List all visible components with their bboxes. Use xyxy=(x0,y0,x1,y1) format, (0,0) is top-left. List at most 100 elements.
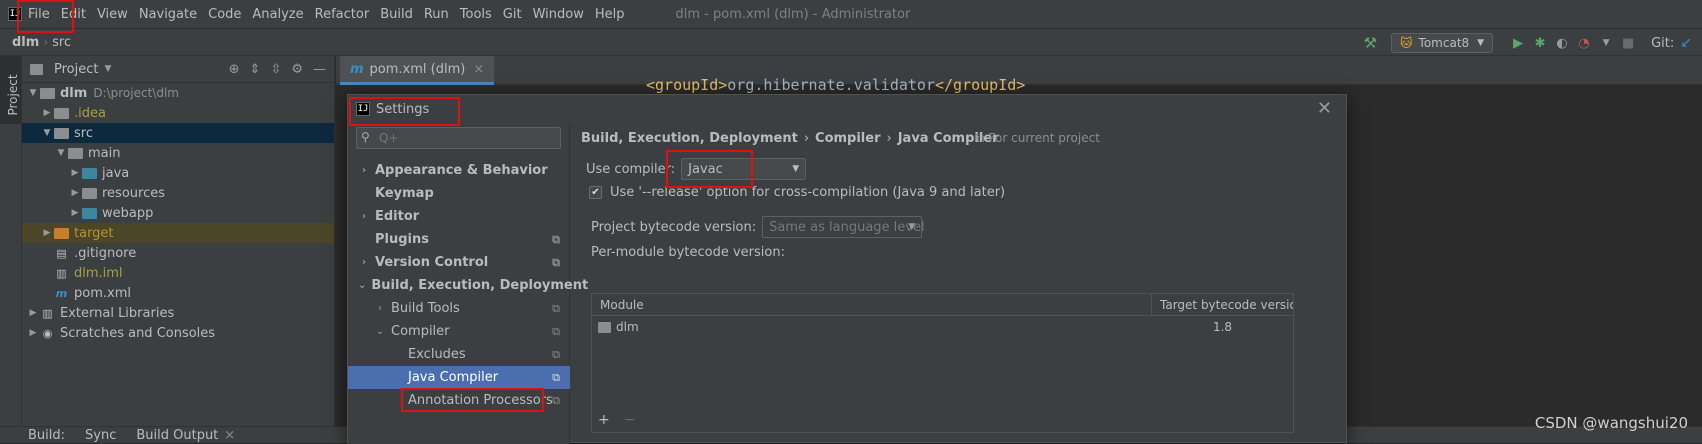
tree-row-pom[interactable]: m pom.xml xyxy=(22,283,334,303)
menu-file[interactable]: File xyxy=(28,7,50,22)
breadcrumb-item[interactable]: Compiler xyxy=(815,131,880,146)
project-tool-tab[interactable]: Project xyxy=(0,56,21,124)
collapse-all-icon[interactable]: ⇳ xyxy=(270,62,281,77)
run-icon[interactable]: ▶ xyxy=(1507,36,1529,51)
project-view-icon xyxy=(30,63,43,75)
expand-all-icon[interactable]: ⇕ xyxy=(250,62,261,77)
nav-appearance[interactable]: › Appearance & Behavior xyxy=(348,159,570,182)
nav-java-compiler[interactable]: Java Compiler ⧉ xyxy=(348,366,570,389)
project-scope-icon: ⧉ xyxy=(552,232,560,246)
menu-analyze[interactable]: Analyze xyxy=(252,7,303,22)
tree-row-resources[interactable]: ▶ resources xyxy=(22,183,334,203)
git-update-icon[interactable]: ↙ xyxy=(1680,35,1692,51)
tree-row-iml[interactable]: ▥ dlm.iml xyxy=(22,263,334,283)
chevron-down-icon[interactable]: ▼ xyxy=(26,88,40,98)
close-icon[interactable]: × xyxy=(224,428,235,443)
nav-build-execution-deployment[interactable]: ⌄ Build, Execution, Deployment xyxy=(348,274,588,297)
nav-label: Appearance & Behavior xyxy=(375,163,548,178)
profile-icon[interactable]: ◔ xyxy=(1573,36,1595,51)
build-tool-label[interactable]: Build: xyxy=(28,428,65,443)
tab-pom-xml[interactable]: m pom.xml (dlm) × xyxy=(340,56,495,85)
tree-row-target[interactable]: ▶ target xyxy=(22,223,334,243)
menu-edit[interactable]: Edit xyxy=(61,7,86,22)
locate-icon[interactable]: ⊕ xyxy=(229,62,240,77)
menu-window[interactable]: Window xyxy=(533,7,584,22)
more-run-options-icon[interactable]: ▼ xyxy=(1595,38,1617,48)
project-scope-icon: ⧉ xyxy=(552,370,560,384)
tree-row-scratches[interactable]: ▶ ◉ Scratches and Consoles xyxy=(22,323,334,343)
debug-icon[interactable]: ✱ xyxy=(1529,36,1551,51)
coverage-icon[interactable]: ◐ xyxy=(1551,36,1573,51)
menu-git[interactable]: Git xyxy=(503,7,522,22)
nav-compiler[interactable]: ⌄ Compiler ⧉ xyxy=(348,320,570,343)
add-icon[interactable]: + xyxy=(598,412,610,428)
chevron-down-icon[interactable]: ▼ xyxy=(40,128,54,138)
menu-tools[interactable]: Tools xyxy=(460,7,492,22)
table-row[interactable]: dlm 1.8 xyxy=(592,316,1293,338)
menu-help[interactable]: Help xyxy=(595,7,625,22)
chevron-right-icon[interactable]: ▶ xyxy=(68,188,82,198)
nav-version-control[interactable]: › Version Control ⧉ xyxy=(348,251,570,274)
remove-icon[interactable]: − xyxy=(624,412,636,428)
use-compiler-select[interactable]: Javac ▼ xyxy=(681,158,807,180)
gear-icon[interactable]: ⚙ xyxy=(291,62,303,77)
menu-run[interactable]: Run xyxy=(424,7,449,22)
breadcrumb-item[interactable]: Build, Execution, Deployment xyxy=(581,131,798,146)
bytecode-version-select[interactable]: Same as language level ▼ xyxy=(762,216,925,238)
menu-code[interactable]: Code xyxy=(208,7,241,22)
breadcrumb-project[interactable]: dlm xyxy=(12,35,39,50)
release-option-checkbox[interactable]: ✔ xyxy=(589,186,602,199)
project-panel-title[interactable]: Project xyxy=(54,62,98,77)
hide-icon[interactable]: — xyxy=(313,62,326,77)
settings-search-input[interactable] xyxy=(379,130,554,146)
chevron-down-icon[interactable]: ▼ xyxy=(104,64,111,74)
close-icon[interactable]: ✕ xyxy=(1317,98,1332,119)
library-icon: ▥ xyxy=(42,306,53,320)
chevron-right-icon: › xyxy=(886,131,892,146)
tree-root-path: D:\project\dlm xyxy=(93,86,179,100)
window-title: dlm - pom.xml (dlm) - Administrator xyxy=(675,6,911,22)
nav-keymap[interactable]: Keymap xyxy=(348,182,570,205)
tree-row-root[interactable]: ▼ dlm D:\project\dlm xyxy=(22,83,334,103)
target-version-cell[interactable]: 1.8 xyxy=(1152,316,1293,338)
tree-row-java[interactable]: ▶ java xyxy=(22,163,334,183)
chevron-right-icon[interactable]: ▶ xyxy=(26,328,40,338)
tree-row-src[interactable]: ▼ src xyxy=(22,123,334,143)
settings-search[interactable]: ⚲ xyxy=(356,127,561,149)
close-icon[interactable]: × xyxy=(473,62,484,77)
tree-row-external-libraries[interactable]: ▶ ▥ External Libraries xyxy=(22,303,334,323)
chevron-right-icon[interactable]: ▶ xyxy=(40,228,54,238)
menu-refactor[interactable]: Refactor xyxy=(315,7,370,22)
menu-navigate[interactable]: Navigate xyxy=(139,7,197,22)
nav-excludes[interactable]: Excludes ⧉ xyxy=(348,343,570,366)
nav-annotation-processors[interactable]: Annotation Processors ⧉ xyxy=(348,389,570,412)
tree-row-webapp[interactable]: ▶ webapp xyxy=(22,203,334,223)
chevron-right-icon[interactable]: ▶ xyxy=(68,168,82,178)
nav-plugins[interactable]: Plugins ⧉ xyxy=(348,228,570,251)
tree-row-gitignore[interactable]: ▤ .gitignore xyxy=(22,243,334,263)
run-config-selector[interactable]: 🐱 Tomcat8 ▼ xyxy=(1391,33,1494,53)
release-option-row: ✔ Use '--release' option for cross-compi… xyxy=(589,185,1005,200)
use-compiler-row: Use compiler: Javac ▼ xyxy=(586,158,807,180)
menu-build[interactable]: Build xyxy=(380,7,413,22)
chevron-right-icon[interactable]: ▶ xyxy=(40,108,54,118)
chevron-down-icon[interactable]: ▼ xyxy=(54,148,68,158)
sync-tab[interactable]: Sync xyxy=(85,428,116,443)
build-output-tab[interactable]: Build Output xyxy=(136,428,218,443)
nav-editor[interactable]: › Editor xyxy=(348,205,570,228)
tree-row-main[interactable]: ▼ main xyxy=(22,143,334,163)
project-panel-header: Project ▼ ⊕ ⇕ ⇳ ⚙ — xyxy=(22,56,334,83)
chevron-down-icon: ▼ xyxy=(792,164,800,174)
chevron-right-icon[interactable]: ▶ xyxy=(68,208,82,218)
build-hammer-icon[interactable]: ⚒ xyxy=(1364,34,1377,52)
menu-view[interactable]: View xyxy=(97,7,128,22)
column-header-module[interactable]: Module xyxy=(592,294,1152,315)
tomcat-icon: 🐱 xyxy=(1400,36,1413,50)
stop-icon[interactable]: ■ xyxy=(1617,36,1639,51)
column-header-target[interactable]: Target bytecode version xyxy=(1152,294,1293,315)
tree-row-idea[interactable]: ▶ .idea xyxy=(22,103,334,123)
breadcrumb-src[interactable]: src xyxy=(52,35,71,50)
tree-label-iml: dlm.iml xyxy=(74,265,123,281)
nav-build-tools[interactable]: › Build Tools ⧉ xyxy=(348,297,570,320)
chevron-right-icon[interactable]: ▶ xyxy=(26,308,40,318)
